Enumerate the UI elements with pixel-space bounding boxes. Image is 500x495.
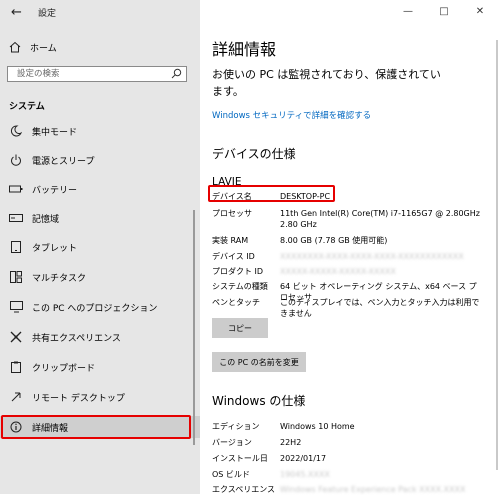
spec-value-redacted: 19045.XXXX (280, 470, 330, 479)
sidebar-scrollbar[interactable] (193, 210, 195, 445)
copy-button[interactable]: コピー (212, 318, 268, 338)
sidebar: ← 設定 ホーム システム 集中モード 電源とスリープ バッテリー (0, 0, 200, 494)
sidebar-item-remote-desktop[interactable]: リモート デスクトップ (0, 386, 200, 408)
spec-key: インストール日 (212, 454, 268, 463)
spec-value: 2022/01/17 (280, 454, 327, 463)
sidebar-item-focus[interactable]: 集中モード (0, 120, 200, 142)
home-nav-item[interactable]: ホーム (9, 40, 57, 54)
spec-value-redacted: Windows Feature Experience Pack XXXX.XXX… (280, 485, 466, 494)
spec-row-ram: 実装 RAM 8.00 GB (7.78 GB 使用可能) (212, 235, 480, 246)
sidebar-item-label: タブレット (32, 243, 78, 254)
home-label: ホーム (30, 43, 57, 54)
sidebar-item-power[interactable]: 電源とスリープ (0, 149, 200, 171)
protection-status: お使いの PC は監視されており、保護されています。 (212, 68, 441, 98)
rename-pc-button[interactable]: この PC の名前を変更 (212, 352, 306, 372)
main-scrollbar[interactable] (496, 40, 498, 470)
home-icon (9, 41, 21, 53)
projection-icon (9, 300, 23, 314)
spec-value-redacted: XXXXX-XXXXX-XXXXX-XXXXX (280, 267, 396, 276)
back-arrow-icon[interactable]: ← (11, 5, 22, 20)
sidebar-item-multitask[interactable]: マルチタスク (0, 266, 200, 288)
sidebar-item-clipboard[interactable]: クリップボード (0, 356, 200, 378)
sidebar-item-label: リモート デスクトップ (32, 393, 125, 404)
spec-key: OS ビルド (212, 470, 250, 479)
sidebar-item-label: 集中モード (32, 127, 78, 138)
device-specs-title: デバイスの仕様 (212, 147, 296, 161)
spec-value: Windows 10 Home (280, 422, 355, 431)
share-icon (9, 330, 23, 344)
windows-specs-title: Windows の仕様 (212, 394, 306, 408)
sidebar-item-battery[interactable]: バッテリー (0, 178, 200, 200)
win-row-edition: エディション Windows 10 Home (212, 421, 480, 432)
spec-key: デバイス ID (212, 252, 255, 261)
sidebar-item-tablet[interactable]: タブレット (0, 236, 200, 258)
section-heading-system: システム (9, 102, 45, 112)
sidebar-item-label: クリップボード (32, 363, 96, 374)
spec-key: エクスペリエンス (212, 485, 276, 494)
sidebar-item-label: この PC へのプロジェクション (32, 303, 158, 314)
search-input[interactable] (8, 67, 177, 81)
tablet-icon (9, 240, 23, 254)
page-title: 詳細情報 (212, 40, 277, 59)
search-box[interactable] (7, 66, 187, 82)
sidebar-item-storage[interactable]: 記憶域 (0, 207, 200, 229)
spec-key: プロセッサ (212, 209, 252, 218)
spec-key: 実装 RAM (212, 236, 249, 245)
spec-key: エディション (212, 422, 260, 431)
spec-key: バージョン (212, 438, 252, 447)
multitask-icon (9, 270, 23, 284)
win-row-install-date: インストール日 2022/01/17 (212, 453, 480, 464)
moon-icon (9, 124, 23, 138)
storage-icon (9, 211, 23, 225)
sidebar-item-label: 共有エクスペリエンス (32, 333, 121, 344)
sidebar-item-label: バッテリー (32, 185, 78, 196)
spec-value-redacted: XXXXXXXX-XXXX-XXXX-XXXX-XXXXXXXXXXXX (280, 252, 464, 261)
main-panel: 詳細情報 お使いの PC は監視されており、保護されています。 Windows … (200, 0, 500, 494)
remote-icon (9, 390, 23, 404)
power-icon (9, 153, 23, 167)
security-link[interactable]: Windows セキュリティで詳細を確認する (212, 109, 371, 121)
win-row-version: バージョン 22H2 (212, 437, 480, 448)
highlight-box-about (1, 415, 191, 439)
sidebar-item-projection[interactable]: この PC へのプロジェクション (0, 296, 200, 318)
spec-row-product-id: プロダクト ID XXXXX-XXXXX-XXXXX-XXXXX (212, 266, 480, 277)
sidebar-item-label: 記憶域 (32, 214, 60, 225)
highlight-box-device-name (208, 185, 335, 202)
win-row-experience: エクスペリエンス Windows Feature Experience Pack… (212, 484, 480, 495)
spec-value: このディスプレイでは、ペン入力とタッチ入力は利用できません (280, 298, 480, 318)
spec-key: プロダクト ID (212, 267, 264, 276)
sidebar-item-label: 電源とスリープ (32, 156, 95, 167)
title-bar: ← 設定 (0, 0, 200, 24)
spec-value: 22H2 (280, 438, 302, 447)
spec-row-processor: プロセッサ 11th Gen Intel(R) Core(TM) i7-1165… (212, 208, 480, 230)
spec-value: 11th Gen Intel(R) Core(TM) i7-1165G7 @ 2… (280, 209, 480, 229)
search-icon[interactable] (171, 68, 182, 79)
spec-key: ペンとタッチ (212, 298, 260, 307)
battery-icon (9, 182, 23, 196)
sidebar-item-label: マルチタスク (32, 273, 87, 284)
spec-row-device-id: デバイス ID XXXXXXXX-XXXX-XXXX-XXXX-XXXXXXXX… (212, 251, 480, 262)
clipboard-icon (9, 360, 23, 374)
spec-row-pen-touch: ペンとタッチ このディスプレイでは、ペン入力とタッチ入力は利用できません (212, 297, 480, 319)
app-title: 設定 (38, 9, 57, 19)
win-row-os-build: OS ビルド 19045.XXXX (212, 469, 480, 480)
sidebar-item-shared-experience[interactable]: 共有エクスペリエンス (0, 326, 200, 348)
spec-value: 8.00 GB (7.78 GB 使用可能) (280, 236, 388, 245)
